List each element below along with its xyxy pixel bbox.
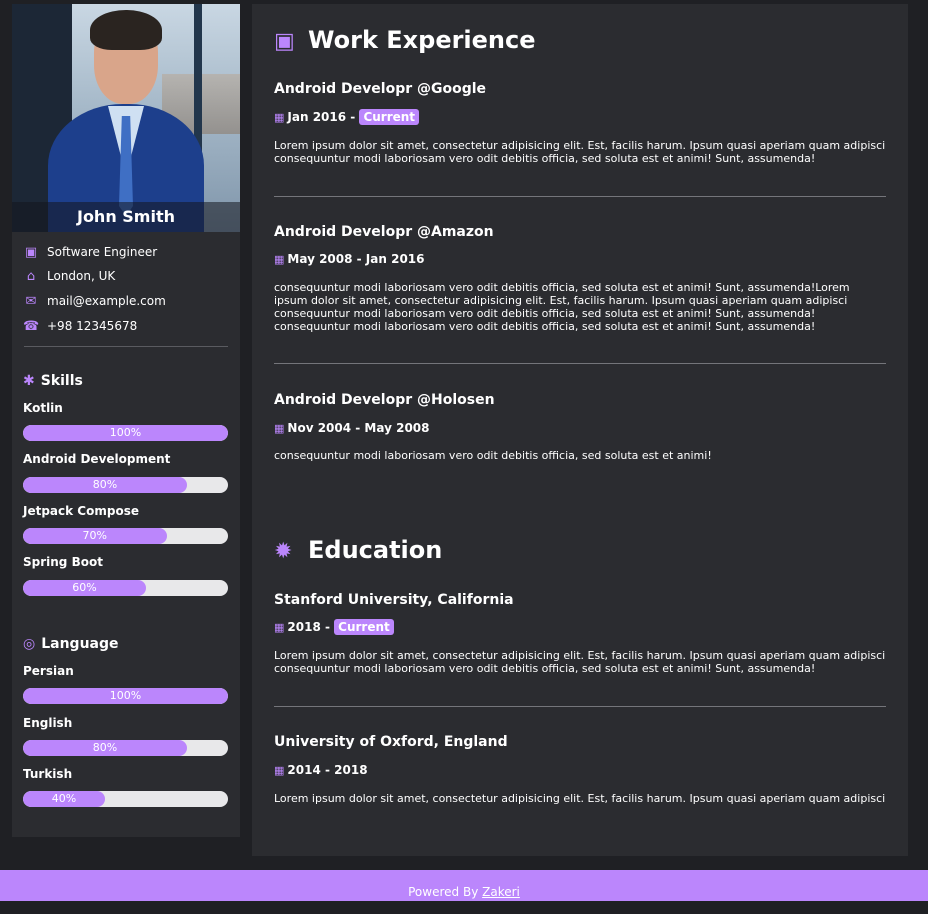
skill-bar: 80%: [23, 477, 228, 493]
current-badge: Current: [359, 109, 420, 125]
section-divider: [274, 706, 886, 707]
skill-bar-fill: 100%: [23, 425, 228, 441]
footer: Powered By Zakeri: [0, 870, 928, 901]
language-heading: ◎ Language: [23, 636, 119, 652]
skill-bar: 60%: [23, 580, 228, 596]
language-name: Persian: [23, 664, 74, 678]
current-badge: Current: [334, 619, 394, 635]
skill-bar-fill: 70%: [23, 528, 167, 544]
job-title-text: Software Engineer: [47, 245, 158, 259]
skill-bar-fill: 80%: [23, 477, 187, 493]
footer-text: Powered By Zakeri: [408, 885, 520, 899]
language-name: Turkish: [23, 767, 73, 781]
job-entry-title: Android Developr @Amazon: [274, 224, 494, 240]
skill-bar: 100%: [23, 425, 228, 441]
job-entry-description: consequuntur modi laboriosam vero odit d…: [274, 281, 850, 333]
job-entry-description: consequuntur modi laboriosam vero odit d…: [274, 449, 712, 462]
section-divider: [274, 196, 886, 197]
phone-icon: ☎: [23, 319, 40, 334]
education-entry-title: University of Oxford, England: [274, 734, 508, 750]
job-title-row: ▣ Software Engineer: [23, 245, 157, 260]
home-icon: ⌂: [26, 269, 36, 284]
job-entry-title: Android Developr @Holosen: [274, 392, 495, 408]
phone-row: ☎ +98 12345678: [23, 319, 137, 334]
skill-bar: 70%: [23, 528, 228, 544]
skill-name: Spring Boot: [23, 555, 103, 569]
profile-sidebar: John Smith ▣ Software Engineer ⌂ London, U…: [12, 4, 240, 837]
language-bar: 40%: [23, 791, 228, 807]
calendar-icon: ▦: [274, 422, 285, 435]
globe-icon: ◎: [23, 636, 36, 652]
phone-text: +98 12345678: [47, 319, 138, 333]
sidebar-divider: [24, 346, 228, 347]
job-entry-date: ▦ Jan 2016 - Current: [274, 109, 420, 125]
calendar-icon: ▦: [274, 621, 285, 634]
education-entry-description: Lorem ipsum dolor sit amet, consectetur …: [274, 649, 886, 675]
skill-name: Kotlin: [23, 401, 63, 415]
job-entry-title: Android Developr @Google: [274, 81, 487, 97]
briefcase-icon: ▣: [24, 245, 38, 260]
skill-name: Android Development: [23, 452, 171, 466]
education-heading: ✹ Education: [274, 536, 443, 564]
section-divider: [274, 363, 886, 364]
education-entry-date: ▦ 2018 - Current: [274, 619, 394, 635]
language-bar: 80%: [23, 740, 228, 756]
education-entry-description: Lorem ipsum dolor sit amet, consectetur …: [274, 792, 886, 805]
job-entry-description: Lorem ipsum dolor sit amet, consectetur …: [274, 139, 886, 165]
email-text: mail@example.com: [47, 294, 166, 308]
calendar-icon: ▦: [274, 764, 285, 777]
language-bar-fill: 40%: [23, 791, 105, 807]
envelope-icon: ✉: [25, 294, 37, 309]
resume-main: ▣ Work Experience Android Developr @Googl…: [252, 4, 908, 856]
language-name: English: [23, 716, 73, 730]
language-bar: 100%: [23, 688, 228, 704]
language-bar-fill: 80%: [23, 740, 187, 756]
location-text: London, UK: [47, 269, 116, 283]
skills-heading: ✱ Skills: [23, 373, 83, 389]
email-row: ✉ mail@example.com: [23, 294, 166, 309]
certificate-icon: ✹: [274, 539, 293, 564]
education-entry-date: ▦ 2014 - 2018: [274, 763, 368, 777]
education-entry-title: Stanford University, California: [274, 592, 514, 608]
work-experience-heading: ▣ Work Experience: [274, 26, 536, 54]
skill-name: Jetpack Compose: [23, 504, 139, 518]
job-entry-date: ▦ Nov 2004 - May 2008: [274, 421, 430, 435]
calendar-icon: ▦: [274, 253, 285, 266]
profile-photo: John Smith: [12, 4, 240, 232]
footer-author-link[interactable]: Zakeri: [482, 885, 520, 899]
language-bar-fill: 100%: [23, 688, 228, 704]
briefcase-icon: ▣: [274, 29, 295, 54]
skill-bar-fill: 60%: [23, 580, 146, 596]
location-row: ⌂ London, UK: [23, 269, 115, 284]
calendar-icon: ▦: [274, 111, 285, 124]
profile-name: John Smith: [76, 207, 175, 226]
asterisk-icon: ✱: [23, 373, 35, 389]
job-entry-date: ▦ May 2008 - Jan 2016: [274, 252, 425, 266]
